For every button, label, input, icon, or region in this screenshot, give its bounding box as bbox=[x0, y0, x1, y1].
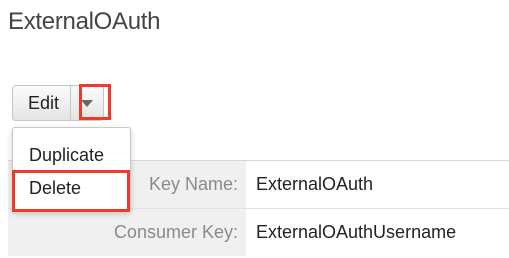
record-detail-view: ExternalOAuth Key Name: ExternalOAuth Co… bbox=[0, 0, 509, 258]
detail-row-consumer-key: Consumer Key: ExternalOAuthUsername bbox=[8, 209, 509, 256]
actions-dropdown-button[interactable] bbox=[71, 86, 103, 120]
menu-item-duplicate[interactable]: Duplicate bbox=[29, 145, 104, 166]
page-title: ExternalOAuth bbox=[8, 8, 161, 35]
chevron-down-icon bbox=[81, 100, 94, 107]
edit-button-group: Edit bbox=[12, 85, 105, 121]
consumer-key-value: ExternalOAuthUsername bbox=[256, 222, 457, 242]
actions-dropdown-menu: Duplicate Delete bbox=[12, 127, 131, 212]
edit-button[interactable]: Edit bbox=[13, 86, 72, 120]
menu-item-delete[interactable]: Delete bbox=[29, 178, 81, 199]
key-name-value: ExternalOAuth bbox=[256, 174, 374, 194]
consumer-key-label: Consumer Key: bbox=[8, 209, 246, 256]
